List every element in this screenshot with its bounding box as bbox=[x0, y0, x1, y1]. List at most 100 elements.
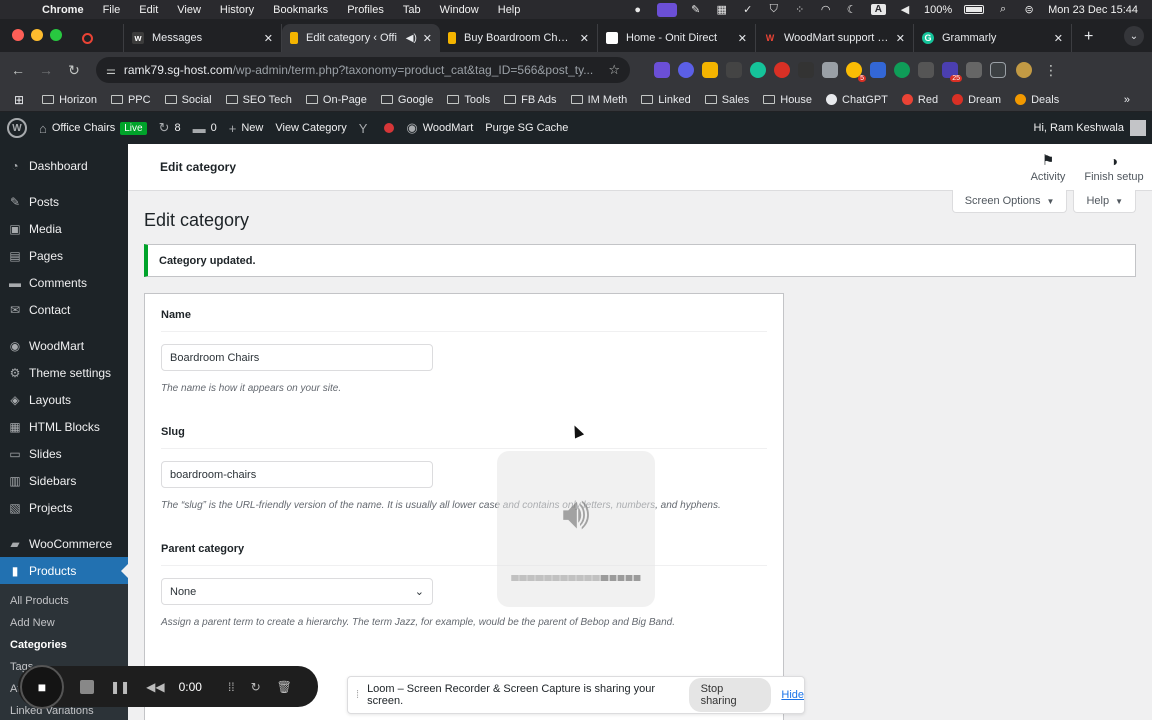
apps-grid-icon[interactable]: ⊞ bbox=[14, 93, 24, 107]
stop-sharing-button[interactable]: Stop sharing bbox=[688, 678, 772, 712]
battery-icon[interactable] bbox=[964, 5, 985, 14]
clock[interactable]: Mon 23 Dec 15:44 bbox=[1048, 4, 1138, 16]
menu-app-name[interactable]: Chrome bbox=[42, 4, 84, 16]
menu-profiles[interactable]: Profiles bbox=[347, 4, 384, 16]
shield-icon[interactable]: ⛉ bbox=[767, 3, 781, 16]
sidebar-item-products[interactable]: ▮ Products bbox=[0, 557, 128, 584]
sidebar-item-contact[interactable]: ✉ Contact bbox=[0, 296, 128, 323]
bookmark-google[interactable]: Google bbox=[380, 94, 433, 106]
name-input[interactable]: Boardroom Chairs bbox=[161, 344, 433, 371]
submenu-all-products[interactable]: All Products bbox=[0, 590, 128, 612]
bookmark-sales[interactable]: Sales bbox=[704, 94, 749, 106]
sidebar-item-sidebars[interactable]: ▥ Sidebars bbox=[0, 467, 128, 494]
minimize-window-button[interactable] bbox=[31, 29, 43, 41]
tab-pinned[interactable] bbox=[74, 24, 124, 52]
extension-purple-icon[interactable]: 25 bbox=[942, 62, 962, 82]
tab-audio-icon[interactable]: ◀) bbox=[406, 33, 417, 44]
extension-grid-icon[interactable] bbox=[726, 62, 742, 78]
submenu-add-new[interactable]: Add New bbox=[0, 612, 128, 634]
address-bar[interactable]: ⚌ ramk79.sg-host.com/wp-admin/term.php?t… bbox=[96, 57, 630, 83]
menu-tab[interactable]: Tab bbox=[403, 4, 421, 16]
pause-icon[interactable]: ❚❚ bbox=[110, 680, 130, 694]
bookmark-fb-ads[interactable]: FB Ads bbox=[504, 94, 557, 106]
forward-icon[interactable]: → bbox=[32, 62, 60, 78]
extension-red-icon[interactable] bbox=[774, 62, 790, 78]
bookmark-deals[interactable]: Deals bbox=[1015, 94, 1059, 106]
screen-options-button[interactable]: Screen Options ▼ bbox=[951, 190, 1068, 213]
back-icon[interactable]: ← bbox=[4, 62, 32, 78]
restart-icon[interactable]: ↻ bbox=[251, 680, 261, 694]
extension-bolt-icon[interactable] bbox=[702, 62, 718, 78]
yoast-link[interactable]: Y bbox=[359, 121, 373, 136]
menu-history[interactable]: History bbox=[220, 4, 254, 16]
menu-edit[interactable]: Edit bbox=[139, 4, 158, 16]
slug-input[interactable]: boardroom-chairs bbox=[161, 461, 433, 488]
close-tab-icon[interactable]: ✕ bbox=[580, 32, 589, 45]
sidebar-item-layouts[interactable]: ◈ Layouts bbox=[0, 386, 128, 413]
purge-cache-link[interactable]: Purge SG Cache bbox=[485, 122, 568, 134]
hide-notice-link[interactable]: Hide bbox=[781, 689, 804, 701]
volume-icon[interactable]: ◀ bbox=[898, 3, 912, 16]
wordpress-logo-icon[interactable]: W bbox=[7, 118, 27, 138]
drag-handle-icon[interactable]: ⁞ bbox=[356, 689, 359, 701]
trash-icon[interactable]: 🗑︎ bbox=[277, 680, 292, 694]
sidebar-item-projects[interactable]: ▧ Projects bbox=[0, 494, 128, 521]
my-account-link[interactable]: Hi, Ram Keshwala bbox=[1034, 120, 1146, 136]
spotlight-icon[interactable]: ⌕ bbox=[996, 3, 1010, 16]
bookmark-tools[interactable]: Tools bbox=[447, 94, 490, 106]
extension-blue-icon[interactable] bbox=[870, 62, 886, 78]
extensions-puzzle-icon[interactable] bbox=[990, 62, 1006, 78]
mic-icon[interactable]: ● bbox=[631, 4, 645, 16]
bookmark-horizon[interactable]: Horizon bbox=[42, 94, 97, 106]
tab-messages[interactable]: w Messages ✕ bbox=[124, 24, 282, 52]
sidebar-item-media[interactable]: ▣ Media bbox=[0, 215, 128, 242]
woodmart-link[interactable]: ◉ WoodMart bbox=[406, 120, 473, 136]
bookmark-seo-tech[interactable]: SEO Tech bbox=[225, 94, 292, 106]
profile-avatar[interactable] bbox=[1016, 62, 1032, 78]
extension-grammarly-icon[interactable] bbox=[750, 62, 766, 78]
parent-category-select[interactable]: None ⌄ bbox=[161, 578, 433, 605]
dots-icon[interactable]: ⁘ bbox=[793, 3, 807, 16]
sidebar-item-posts[interactable]: ✎ Posts bbox=[0, 188, 128, 215]
tab-buy-boardroom-chairs[interactable]: Buy Boardroom Chairs ✕ bbox=[440, 24, 598, 52]
activity-button[interactable]: ⚑ Activity bbox=[1020, 144, 1076, 191]
screen-share-icon[interactable] bbox=[656, 2, 677, 17]
comments-link[interactable]: ▬ 0 bbox=[193, 121, 217, 136]
tab-grammarly[interactable]: G Grammarly ✕ bbox=[914, 24, 1072, 52]
pen-icon[interactable]: ✎ bbox=[689, 3, 703, 16]
fullscreen-window-button[interactable] bbox=[50, 29, 62, 41]
bookmark-house[interactable]: House bbox=[763, 94, 812, 106]
wifi-icon[interactable]: ◠ bbox=[819, 3, 833, 16]
extension-k-icon[interactable] bbox=[894, 62, 910, 78]
bookmark-ppc[interactable]: PPC bbox=[110, 94, 151, 106]
submenu-categories[interactable]: Categories bbox=[0, 634, 128, 656]
close-tab-icon[interactable]: ✕ bbox=[264, 32, 273, 45]
extension-gear-icon[interactable] bbox=[678, 62, 694, 78]
control-center-icon[interactable]: ⊜ bbox=[1022, 3, 1036, 16]
close-window-button[interactable] bbox=[12, 29, 24, 41]
tab-onit-direct[interactable]: Home - Onit Direct ✕ bbox=[598, 24, 756, 52]
menu-bookmarks[interactable]: Bookmarks bbox=[273, 4, 328, 16]
bookmark-dream[interactable]: Dream bbox=[952, 94, 1001, 106]
view-category-link[interactable]: View Category bbox=[275, 122, 346, 134]
sidebar-item-theme-settings[interactable]: ⚙ Theme settings bbox=[0, 359, 128, 386]
menu-view[interactable]: View bbox=[177, 4, 201, 16]
menu-help[interactable]: Help bbox=[498, 4, 521, 16]
extension-d-icon[interactable] bbox=[654, 62, 670, 78]
tab-woodmart-support[interactable]: W WoodMart support for ✕ bbox=[756, 24, 914, 52]
drag-handle-icon[interactable]: ⁞⁞ bbox=[228, 680, 235, 694]
more-bookmarks-icon[interactable]: » bbox=[1124, 94, 1130, 106]
rewind-icon[interactable]: ◀◀ bbox=[146, 680, 164, 694]
moon-icon[interactable]: ☾ bbox=[845, 3, 859, 16]
bookmark-on-page[interactable]: On-Page bbox=[305, 94, 367, 106]
reload-icon[interactable]: ↻ bbox=[60, 62, 88, 79]
site-info-icon[interactable]: ⚌ bbox=[106, 64, 116, 77]
new-tab-button[interactable]: + bbox=[1072, 28, 1105, 52]
site-name-link[interactable]: ⌂ Office Chairs Live bbox=[39, 121, 147, 136]
bookmark-im-meth[interactable]: IM Meth bbox=[570, 94, 627, 106]
close-tab-icon[interactable]: ✕ bbox=[738, 32, 747, 45]
extension-code-icon[interactable] bbox=[966, 62, 982, 78]
help-button[interactable]: Help ▼ bbox=[1073, 190, 1136, 213]
close-tab-icon[interactable]: ✕ bbox=[423, 32, 432, 45]
check-icon[interactable]: ✓ bbox=[741, 3, 755, 16]
